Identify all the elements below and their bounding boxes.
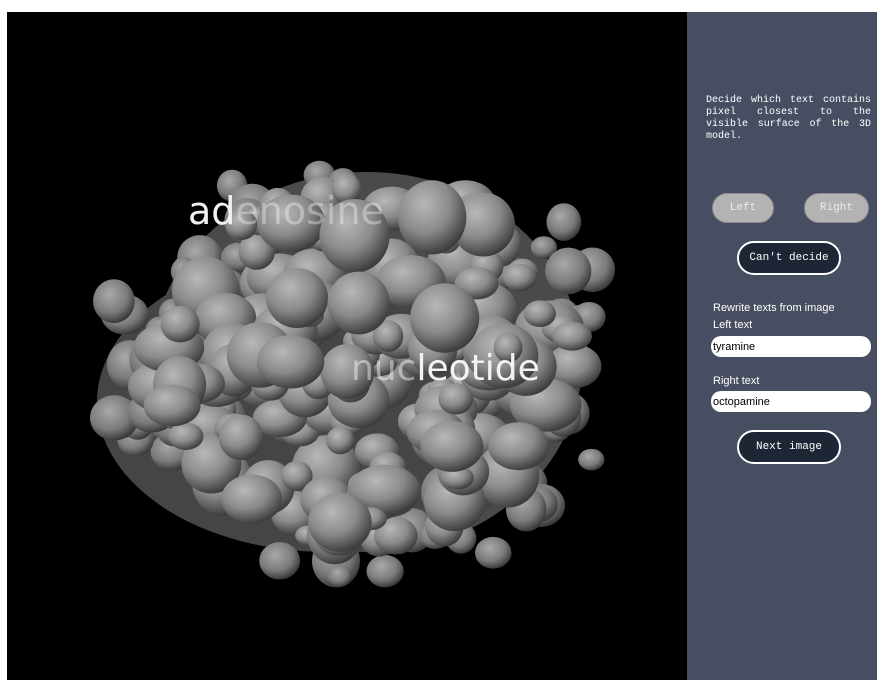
left-text-label: Left text	[713, 319, 753, 331]
3d-viewport: adenosine nucleotide	[7, 12, 687, 680]
cant-decide-button[interactable]: Can't decide	[737, 241, 841, 275]
left-button[interactable]: Left	[712, 193, 774, 223]
right-button[interactable]: Right	[804, 193, 869, 223]
task-panel: Decide which text contains pixel closest…	[687, 12, 877, 680]
right-text-label: Right text	[713, 375, 760, 387]
right-text-input[interactable]	[711, 391, 871, 412]
scene-word-left: adenosine	[188, 189, 384, 233]
next-image-button[interactable]: Next image	[737, 430, 841, 464]
scene-word-right: nucleotide	[351, 348, 540, 389]
protein-surface-model	[89, 160, 616, 588]
rewrite-heading: Rewrite texts from image	[713, 302, 835, 314]
instructions-text: Decide which text contains pixel closest…	[706, 95, 871, 142]
left-text-input[interactable]	[711, 336, 871, 357]
